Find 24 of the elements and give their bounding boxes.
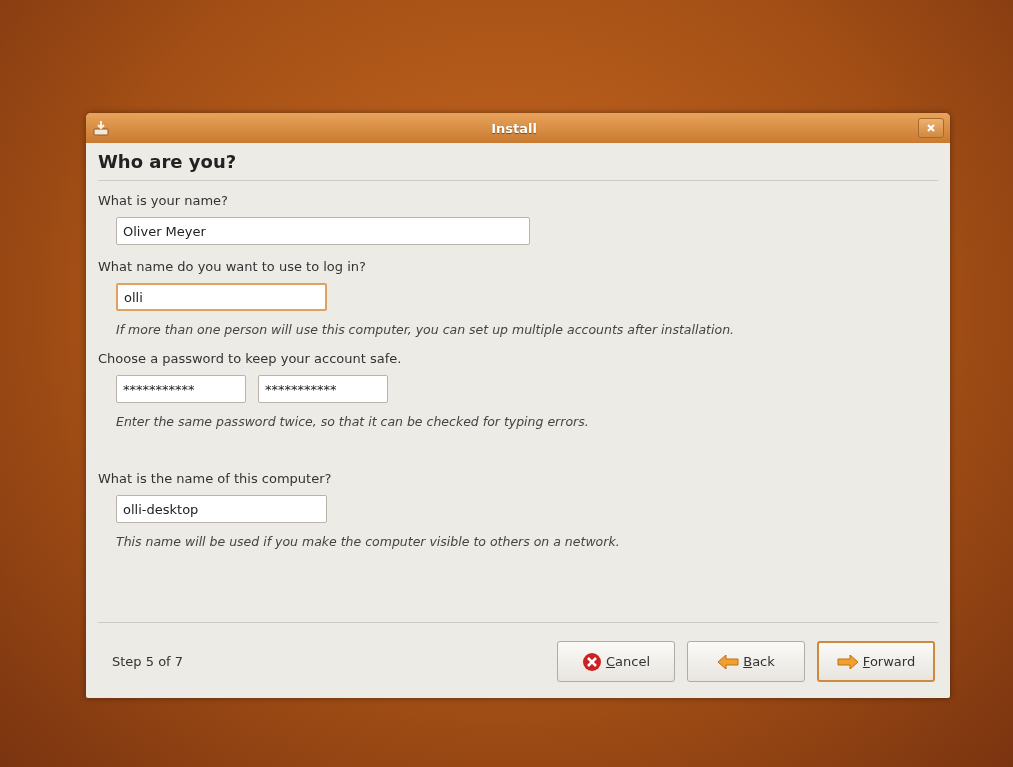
field-label: Choose a password to keep your account safe. (98, 351, 403, 366)
field-label: What is the name of this computer? (98, 471, 333, 486)
forward-button[interactable]: Forward (817, 641, 935, 682)
input-field[interactable]: olli (116, 283, 327, 311)
installer-icon (92, 120, 110, 136)
input-field[interactable]: *********** (258, 375, 388, 403)
hint-text: If more than one person will use this computer, you can set up multiple accounts after installation. (115, 322, 736, 337)
close-icon (926, 123, 936, 133)
input-field[interactable]: *********** (116, 375, 246, 403)
input-field[interactable]: olli-desktop (116, 495, 327, 523)
field-label: What is your name? (98, 193, 229, 208)
cancel-icon (581, 651, 602, 672)
step-indicator: Step 5 of 7 (112, 654, 184, 669)
page-heading: Who are you? (98, 151, 238, 172)
window-title: Install (490, 120, 538, 136)
hint-text: Enter the same password twice, so that it can be checked for typing errors. (115, 414, 590, 429)
right-arrow-icon (836, 653, 859, 670)
cancel-button[interactable]: Cancel (557, 641, 675, 682)
field-label: What name do you want to use to log in? (98, 259, 367, 274)
input-field[interactable]: Oliver Meyer (116, 217, 530, 245)
hint-text: This name will be used if you make the computer visible to others on a network. (115, 534, 621, 549)
close-button[interactable] (918, 118, 944, 138)
left-arrow-icon (717, 653, 740, 670)
back-button[interactable]: Back (687, 641, 805, 682)
